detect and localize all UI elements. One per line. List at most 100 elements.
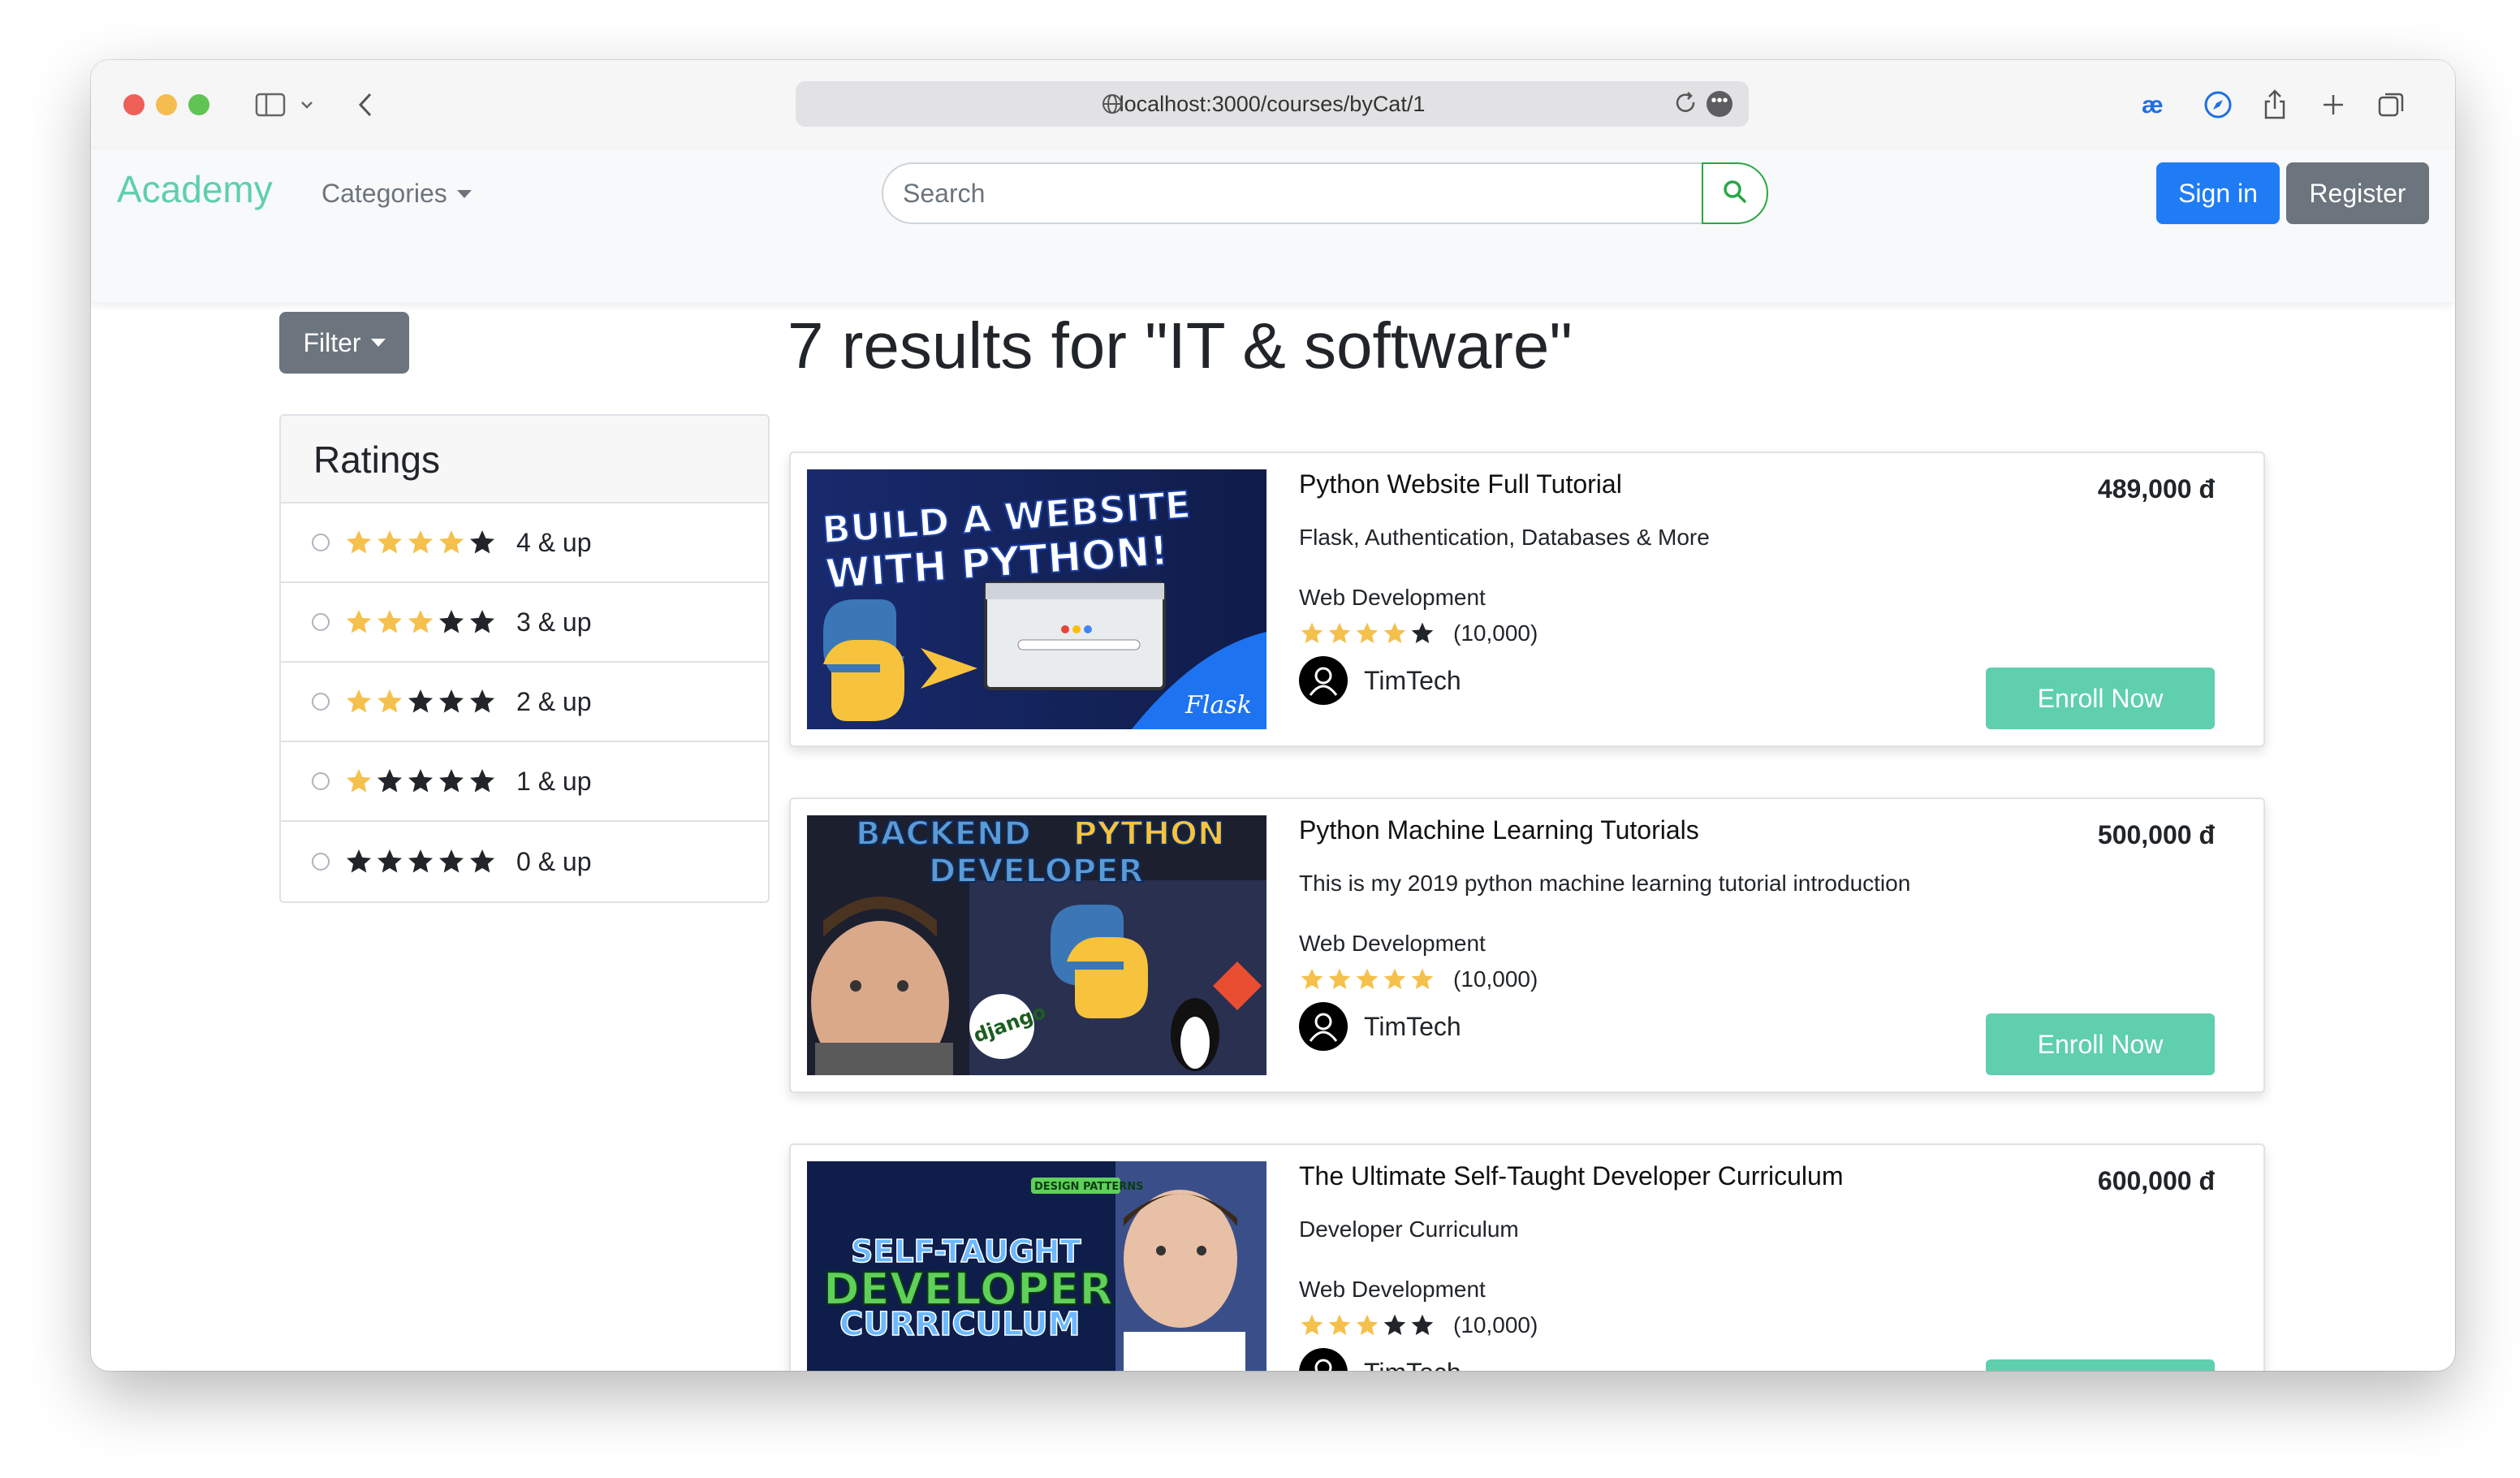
- rating-filter-label: 2 & up: [516, 686, 592, 716]
- rating-filter-label: 3 & up: [516, 607, 592, 637]
- thumb-title-line: CURRICULUM: [839, 1306, 1081, 1343]
- star-empty-icon: [439, 689, 464, 713]
- globe-icon: [1101, 93, 1124, 121]
- star-filled-icon: [1356, 622, 1379, 643]
- rating-stars: [344, 767, 497, 796]
- address-bar[interactable]: localhost:3000/courses/byCat/1 •••: [796, 81, 1749, 127]
- results-heading: 7 results for "IT & software": [788, 309, 1573, 382]
- url-text: localhost:3000/courses/byCat/1: [1119, 91, 1426, 116]
- star-filled-icon: [378, 610, 402, 633]
- rating-filter-option[interactable]: 1 & up: [281, 742, 768, 822]
- course-price: 500,000 đ: [2097, 820, 2215, 849]
- rating-count: (10,000): [1453, 966, 1538, 992]
- radio-button[interactable]: [312, 853, 330, 871]
- star-filled-icon: [1411, 968, 1434, 989]
- chevron-down-icon[interactable]: [297, 83, 317, 127]
- course-card[interactable]: BUILD A WEBSITE WITH PYTHON! Flask Python W…: [789, 452, 2265, 747]
- rating-filter-option[interactable]: 4 & up: [281, 503, 768, 583]
- avatar-icon: [1299, 1002, 1348, 1051]
- radio-button[interactable]: [312, 693, 330, 711]
- star-empty-icon: [439, 769, 464, 793]
- star-filled-icon: [1328, 622, 1351, 643]
- ratings-filter-panel: Ratings 4 & up 3 & up 2 & up 1 & up 0 & up: [279, 414, 770, 903]
- register-button[interactable]: Register: [2286, 162, 2429, 224]
- tabs-overview-icon[interactable]: [2374, 83, 2410, 127]
- star-empty-icon: [408, 769, 433, 793]
- rating-filter-option[interactable]: 2 & up: [281, 663, 768, 742]
- course-rating: (10,000): [1299, 620, 1538, 646]
- star-empty-icon: [1411, 622, 1434, 643]
- star-filled-icon: [1301, 622, 1323, 643]
- rating-filter-label: 1 & up: [516, 766, 592, 796]
- thumb-badge: DESIGN PATTERNS: [1034, 1181, 1144, 1193]
- star-empty-icon: [347, 849, 371, 873]
- share-icon[interactable]: [2257, 83, 2293, 127]
- rating-filter-option[interactable]: 0 & up: [281, 822, 768, 901]
- compass-icon[interactable]: [2200, 83, 2236, 127]
- avatar-icon: [1299, 656, 1348, 705]
- avatar-icon: [1299, 1348, 1348, 1371]
- course-card[interactable]: django BACKEND PYTHON DEVELOPER Python Machi…: [789, 797, 2265, 1093]
- star-empty-icon: [1411, 1314, 1434, 1335]
- rating-stars: [344, 847, 497, 876]
- rating-stars: [344, 687, 497, 716]
- course-thumbnail[interactable]: BUILD A WEBSITE WITH PYTHON! Flask: [807, 469, 1266, 729]
- course-price: 600,000 đ: [2097, 1166, 2215, 1195]
- course-author: TimTech: [1299, 656, 1461, 705]
- star-empty-icon: [470, 849, 494, 873]
- rating-stars: [1299, 1312, 1435, 1338]
- back-icon[interactable]: [349, 83, 382, 127]
- star-empty-icon: [1383, 1314, 1406, 1335]
- zoom-window-button[interactable]: [188, 94, 209, 115]
- enroll-now-button[interactable]: Enroll Now: [1986, 668, 2215, 729]
- brand-logo[interactable]: Academy: [117, 167, 273, 211]
- course-rating: (10,000): [1299, 966, 1538, 992]
- star-empty-icon: [470, 530, 494, 554]
- filter-label: Filter: [303, 327, 361, 357]
- categories-dropdown[interactable]: Categories: [321, 179, 472, 209]
- star-empty-icon: [470, 610, 494, 633]
- more-icon[interactable]: •••: [1707, 91, 1732, 117]
- course-author: TimTech: [1299, 1002, 1461, 1051]
- caret-down-icon: [456, 189, 472, 198]
- star-filled-icon: [439, 530, 464, 554]
- star-filled-icon: [1328, 968, 1351, 989]
- enroll-now-button[interactable]: Enroll Now: [1986, 1359, 2215, 1371]
- thumb-title-line: BACKEND: [856, 815, 1031, 853]
- new-tab-icon[interactable]: [2317, 83, 2350, 127]
- star-filled-icon: [1383, 622, 1406, 643]
- radio-button[interactable]: [312, 772, 330, 790]
- star-empty-icon: [378, 849, 402, 873]
- minimize-window-button[interactable]: [156, 94, 177, 115]
- rating-filter-label: 0 & up: [516, 846, 592, 876]
- star-filled-icon: [347, 769, 371, 793]
- enroll-now-button[interactable]: Enroll Now: [1986, 1013, 2215, 1075]
- star-filled-icon: [1328, 1314, 1351, 1335]
- course-subtitle: Flask, Authentication, Databases & More: [1299, 525, 1710, 550]
- sidebar-toggle-icon[interactable]: [250, 83, 291, 127]
- close-window-button[interactable]: [123, 94, 145, 115]
- search-input[interactable]: Search: [882, 162, 1703, 224]
- course-title[interactable]: Python Website Full Tutorial: [1299, 469, 1622, 499]
- search-button[interactable]: [1702, 162, 1768, 224]
- course-thumbnail[interactable]: SELF-TAUGHT DEVELOPER CURRICULUM DESIGN PAT…: [807, 1161, 1266, 1371]
- course-card[interactable]: SELF-TAUGHT DEVELOPER CURRICULUM DESIGN PAT…: [789, 1143, 2265, 1371]
- sign-in-button[interactable]: Sign in: [2156, 162, 2280, 224]
- filter-dropdown-button[interactable]: Filter: [279, 312, 409, 374]
- course-price: 489,000 đ: [2097, 474, 2215, 503]
- course-title[interactable]: The Ultimate Self-Taught Developer Curri…: [1299, 1161, 1843, 1191]
- radio-button[interactable]: [312, 613, 330, 631]
- search-icon: [1723, 179, 1747, 208]
- star-empty-icon: [408, 689, 433, 713]
- svg-text:æ: æ: [2142, 93, 2164, 117]
- course-title[interactable]: Python Machine Learning Tutorials: [1299, 815, 1699, 845]
- rating-stars: [344, 607, 497, 637]
- extension-icon[interactable]: æ: [2138, 83, 2179, 127]
- rating-filter-option[interactable]: 3 & up: [281, 583, 768, 663]
- star-filled-icon: [1301, 1314, 1323, 1335]
- thumb-badge: Flask: [1184, 691, 1252, 720]
- course-thumbnail[interactable]: django BACKEND PYTHON DEVELOPER: [807, 815, 1266, 1075]
- radio-button[interactable]: [312, 534, 330, 551]
- star-empty-icon: [439, 610, 464, 633]
- reload-icon[interactable]: [1674, 91, 1698, 121]
